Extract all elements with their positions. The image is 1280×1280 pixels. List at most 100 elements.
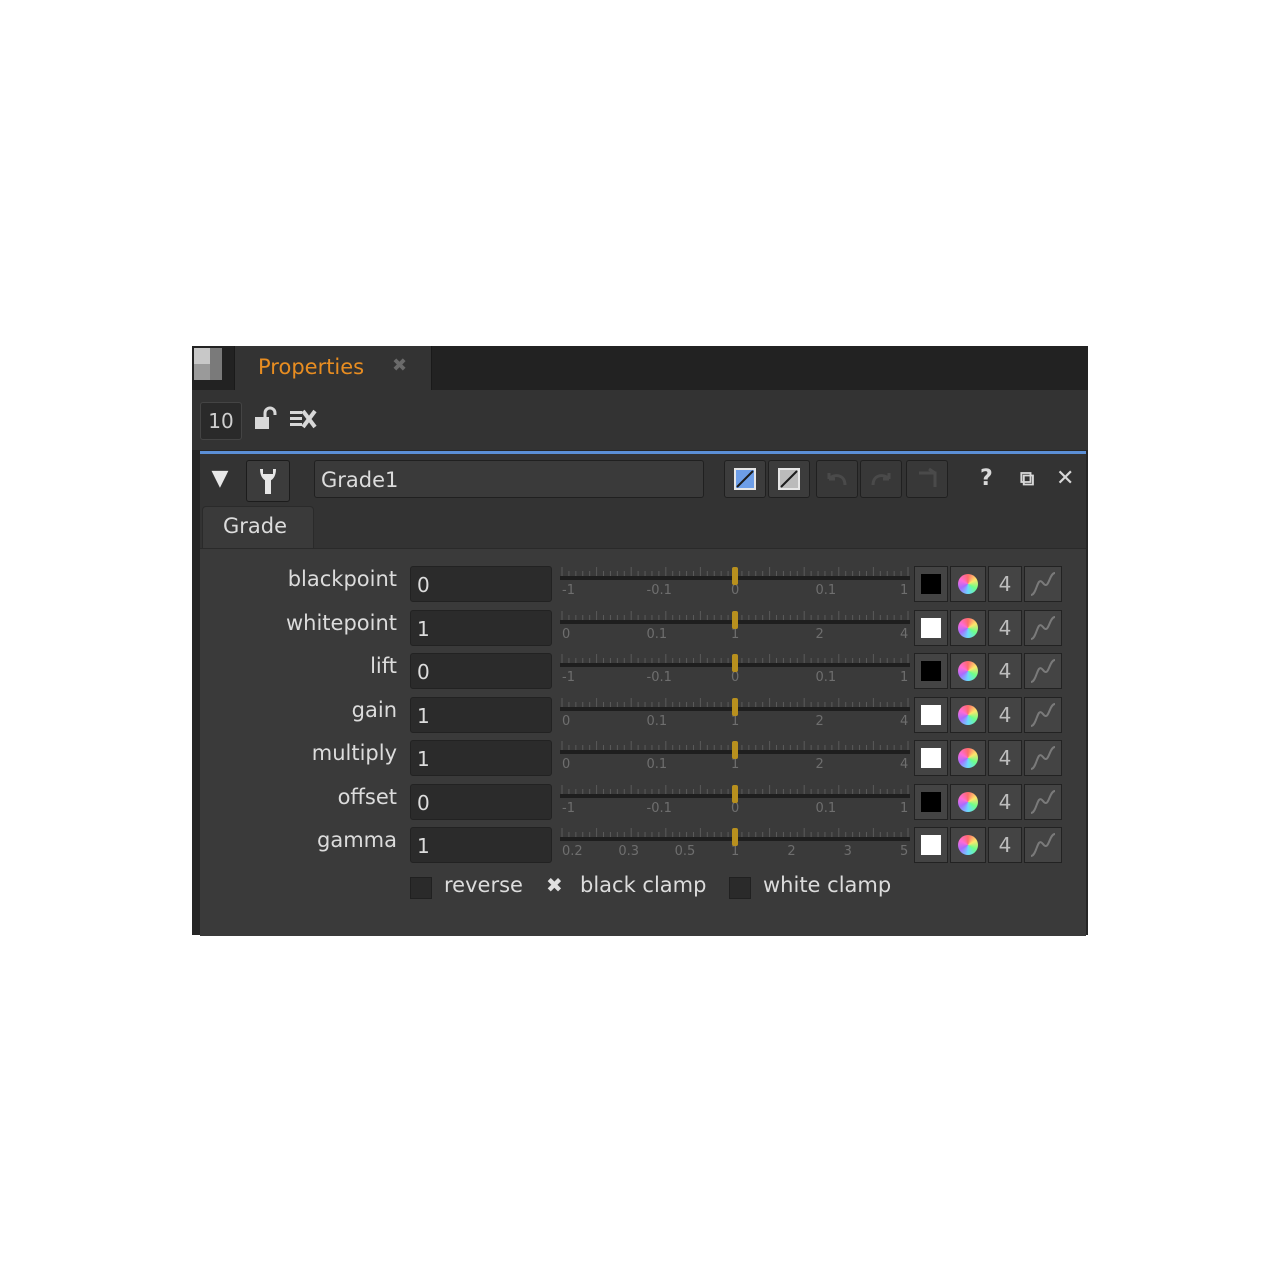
animation-menu-button[interactable] <box>1024 609 1062 646</box>
animation-menu-button[interactable] <box>1024 783 1062 820</box>
color-wheel-button[interactable] <box>950 827 986 863</box>
slider-handle[interactable] <box>732 567 738 585</box>
float-icon[interactable]: ⧉ <box>1020 466 1034 490</box>
channels-button[interactable]: 4 <box>988 609 1022 646</box>
color-wheel-button[interactable] <box>950 609 986 646</box>
color-swatch <box>921 835 941 855</box>
knob-label: gain <box>351 697 397 722</box>
color-swatch-button[interactable] <box>914 740 948 776</box>
slider-tick-label: 0 <box>562 757 570 772</box>
color-swatch-button[interactable] <box>914 783 948 820</box>
help-icon[interactable]: ? <box>980 466 993 491</box>
close-icon[interactable]: ✕ <box>1056 466 1074 491</box>
curve-icon <box>1030 833 1056 857</box>
slider-tick-label: 1 <box>731 714 739 729</box>
black-clamp-checkbox[interactable]: ✖ <box>546 873 563 897</box>
max-panels-field[interactable]: 10 <box>200 402 242 440</box>
color-swatch-button[interactable] <box>914 696 948 733</box>
tab-close-icon[interactable]: ✖ <box>392 355 407 376</box>
channels-button[interactable]: 4 <box>988 827 1022 863</box>
animation-menu-button[interactable] <box>1024 740 1062 776</box>
color-swatch <box>921 574 941 594</box>
slider-handle[interactable] <box>732 828 738 846</box>
slider-handle[interactable] <box>732 610 738 629</box>
wrench-icon <box>260 469 276 494</box>
slider-tick-label: 0 <box>731 670 739 685</box>
slider-tick-label: 1 <box>900 801 908 816</box>
tab-grade[interactable]: Grade <box>202 506 314 549</box>
tab-properties[interactable]: Properties ✖ <box>234 346 432 390</box>
color-wheel-button[interactable] <box>950 696 986 733</box>
knob-slider[interactable]: -1 -0.1 0 0.1 1 <box>560 782 910 820</box>
color-wheel-button[interactable] <box>950 653 986 689</box>
channels-button[interactable]: 4 <box>988 696 1022 733</box>
knob-slider[interactable]: 0 0.1 1 2 4 <box>560 608 910 646</box>
collapse-icon[interactable]: ▼ <box>204 464 236 496</box>
revert-icon <box>919 467 937 487</box>
animation-menu-button[interactable] <box>1024 653 1062 689</box>
slider-tick-label: 0 <box>562 627 570 642</box>
revert-button[interactable] <box>906 460 948 498</box>
slider-tick-label: 0.5 <box>675 844 696 859</box>
knob-slider[interactable]: 0.2 0.3 0.5 1 2 3 5 <box>560 825 910 863</box>
curve-icon <box>1030 572 1056 596</box>
slider-tick-label: 0.1 <box>647 757 668 772</box>
curve-icon <box>1030 746 1056 770</box>
color-wheel-button[interactable] <box>950 566 986 602</box>
slider-tick-label: 1 <box>731 844 739 859</box>
value-picker-button[interactable] <box>768 460 810 498</box>
channels-button[interactable]: 4 <box>988 653 1022 689</box>
white-clamp-label: white clamp <box>763 873 892 897</box>
color-wheel-button[interactable] <box>950 740 986 776</box>
knob-slider[interactable]: 0 0.1 1 2 4 <box>560 738 910 776</box>
knob-value-field[interactable]: 1 <box>410 696 552 733</box>
pane-menu-icon[interactable] <box>194 348 226 380</box>
color-swatch-button[interactable] <box>914 609 948 646</box>
color-picker-button[interactable] <box>724 460 766 498</box>
slider-tick-label: 0.3 <box>618 844 639 859</box>
knob-slider[interactable]: 0 0.1 1 2 4 <box>560 695 910 733</box>
slider-tick-label: 2 <box>816 757 824 772</box>
knob-slider[interactable]: -1 -0.1 0 0.1 1 <box>560 564 910 602</box>
knob-value-field[interactable]: 0 <box>410 566 552 602</box>
slider-tick-label: 0.2 <box>562 844 583 859</box>
node-name-field[interactable]: Grade1 <box>314 460 704 498</box>
slider-handle[interactable] <box>732 697 738 716</box>
knob-value-field[interactable]: 1 <box>410 740 552 776</box>
color-swatch <box>921 791 941 812</box>
slider-tick-label: 0.1 <box>816 801 837 816</box>
knob-value-field[interactable]: 1 <box>410 609 552 646</box>
slider-tick-label: 4 <box>900 627 908 642</box>
white-clamp-checkbox[interactable] <box>729 877 751 899</box>
knob-label: whitepoint <box>285 610 397 635</box>
channels-button[interactable]: 4 <box>988 566 1022 602</box>
reverse-checkbox[interactable] <box>410 877 432 899</box>
color-swatch-button[interactable] <box>914 566 948 602</box>
slider-handle[interactable] <box>732 654 738 672</box>
animation-menu-button[interactable] <box>1024 827 1062 863</box>
undo-button[interactable] <box>816 460 858 498</box>
knob-value-field[interactable]: 0 <box>410 653 552 689</box>
channels-button[interactable]: 4 <box>988 740 1022 776</box>
lock-icon[interactable] <box>252 406 278 432</box>
color-swatch-button[interactable] <box>914 653 948 689</box>
clear-panels-icon[interactable] <box>288 408 318 430</box>
slider-tick-label: -1 <box>562 583 575 598</box>
node-settings-button[interactable] <box>246 460 290 502</box>
knob-value-field[interactable]: 0 <box>410 783 552 820</box>
slider-handle[interactable] <box>732 741 738 759</box>
reverse-label: reverse <box>444 873 523 897</box>
color-swatch-button[interactable] <box>914 827 948 863</box>
slider-tick-label: -1 <box>562 801 575 816</box>
knob-slider[interactable]: -1 -0.1 0 0.1 1 <box>560 651 910 689</box>
color-wheel-button[interactable] <box>950 783 986 820</box>
redo-button[interactable] <box>860 460 902 498</box>
animation-menu-button[interactable] <box>1024 696 1062 733</box>
slider-tick-label: 2 <box>816 714 824 729</box>
slider-tick-label: 3 <box>844 844 852 859</box>
channels-button[interactable]: 4 <box>988 783 1022 820</box>
slider-tick-label: 1 <box>900 583 908 598</box>
animation-menu-button[interactable] <box>1024 566 1062 602</box>
knob-value-field[interactable]: 1 <box>410 827 552 863</box>
slider-handle[interactable] <box>732 784 738 803</box>
